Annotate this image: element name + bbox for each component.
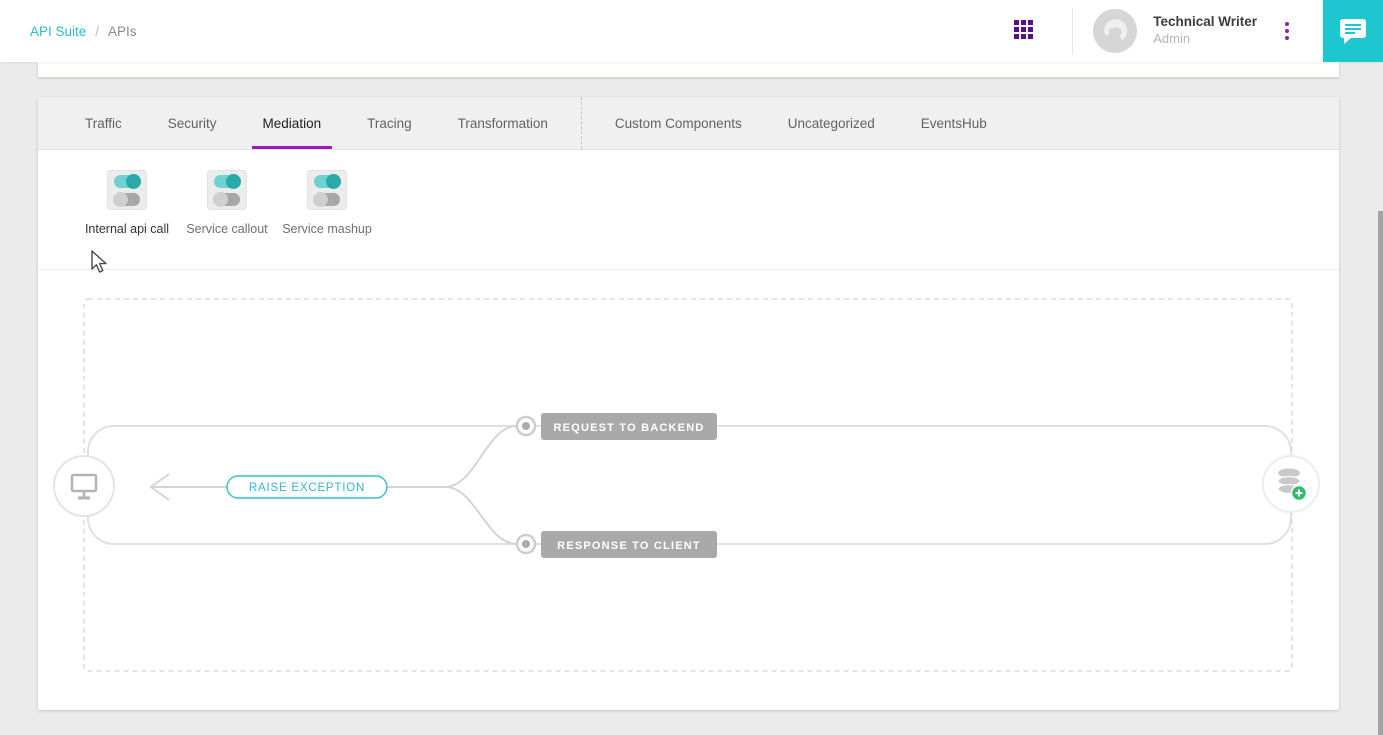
tab-security[interactable]: Security <box>145 97 240 149</box>
toggles-icon <box>307 170 347 210</box>
breadcrumb-separator: / <box>95 24 99 39</box>
top-header: API Suite / APIs Technical Writer Admin <box>0 0 1383 62</box>
svg-text:RESPONSE TO CLIENT: RESPONSE TO CLIENT <box>557 540 701 552</box>
response-marker[interactable] <box>517 535 535 553</box>
tab-bar: Traffic Security Mediation Tracing Trans… <box>38 97 1339 150</box>
request-marker[interactable] <box>517 417 535 435</box>
palette-item-internal-api-call[interactable]: Internal api call <box>72 170 182 236</box>
avatar[interactable] <box>1093 9 1137 53</box>
breadcrumb: API Suite / APIs <box>30 24 1014 39</box>
tab-traffic[interactable]: Traffic <box>62 97 145 149</box>
tab-label: EventsHub <box>921 116 987 131</box>
palette-item-label: Service mashup <box>282 222 372 236</box>
chat-button[interactable] <box>1323 0 1383 62</box>
tab-label: Tracing <box>367 116 412 131</box>
response-to-client-label[interactable]: RESPONSE TO CLIENT <box>541 531 717 558</box>
tab-eventshub[interactable]: EventsHub <box>898 97 1010 149</box>
palette-item-label: Service callout <box>186 222 267 236</box>
tab-label: Security <box>168 116 217 131</box>
component-palette: Internal api call Service callout Servic… <box>38 150 1339 270</box>
apps-grid-icon[interactable] <box>1014 20 1036 42</box>
user-role: Admin <box>1153 31 1257 47</box>
tab-label: Uncategorized <box>788 116 875 131</box>
header-divider <box>1072 8 1073 54</box>
user-info[interactable]: Technical Writer Admin <box>1153 14 1257 47</box>
breadcrumb-link-api-suite[interactable]: API Suite <box>30 24 86 39</box>
raise-exception-pill[interactable]: RAISE EXCEPTION <box>227 476 387 498</box>
kebab-menu-icon[interactable] <box>1281 18 1293 44</box>
toggles-icon <box>107 170 147 210</box>
palette-item-service-callout[interactable]: Service callout <box>172 170 282 236</box>
tab-tracing[interactable]: Tracing <box>344 97 435 149</box>
tab-label: Custom Components <box>615 116 742 131</box>
toggles-icon <box>207 170 247 210</box>
tab-transformation[interactable]: Transformation <box>435 97 571 149</box>
tab-label: Transformation <box>458 116 548 131</box>
request-to-backend-label[interactable]: REQUEST TO BACKEND <box>541 413 717 440</box>
scrolled-card-remnant <box>38 62 1339 77</box>
avatar-logo-icon <box>1093 9 1137 53</box>
tab-mediation[interactable]: Mediation <box>240 97 345 149</box>
svg-text:REQUEST TO BACKEND: REQUEST TO BACKEND <box>554 422 705 434</box>
raise-exception-label: RAISE EXCEPTION <box>249 482 365 494</box>
tab-label: Traffic <box>85 116 122 131</box>
palette-item-service-mashup[interactable]: Service mashup <box>272 170 382 236</box>
tab-custom-components[interactable]: Custom Components <box>592 97 765 149</box>
tab-label: Mediation <box>263 116 322 131</box>
client-node[interactable] <box>54 456 114 516</box>
tab-uncategorized[interactable]: Uncategorized <box>765 97 898 149</box>
user-name: Technical Writer <box>1153 14 1257 31</box>
chat-bubble-icon <box>1339 17 1367 45</box>
mediation-flow-canvas: RAISE EXCEPTION REQUEST TO BACKEND RESPO… <box>38 271 1339 710</box>
vertical-scrollbar[interactable] <box>1378 211 1383 735</box>
palette-item-label: Internal api call <box>85 222 169 236</box>
tab-group-divider <box>581 97 582 149</box>
mediation-card: Traffic Security Mediation Tracing Trans… <box>38 97 1339 710</box>
breadcrumb-current-apis: APIs <box>108 24 137 39</box>
backend-node[interactable] <box>1263 456 1319 512</box>
